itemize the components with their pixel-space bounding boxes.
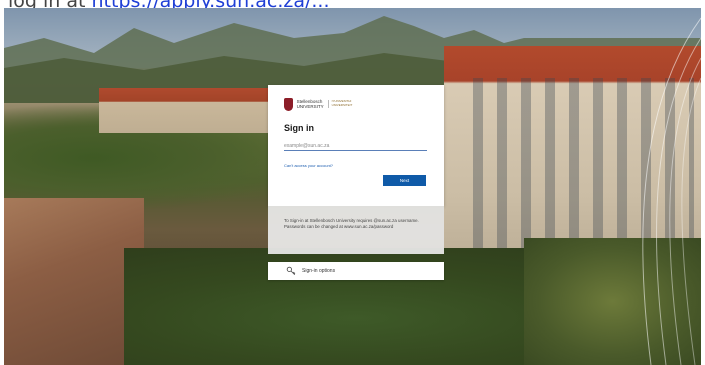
signin-options-label: Sign-in options (302, 268, 336, 274)
logo-subtext: IYUNIVESITHI UNIVERSITEIT (327, 99, 354, 108)
shield-icon (284, 97, 293, 111)
cant-access-link[interactable]: Can't access your account? (284, 163, 333, 168)
info-panel: To Sign-in at Stellenbosch University re… (268, 206, 444, 254)
signin-card: Stellenbosch UNIVERSITY IYUNIVESITHI UNI… (268, 85, 444, 206)
key-icon (286, 266, 296, 276)
decorative-arcs (642, 17, 701, 365)
signin-options-button[interactable]: Sign-in options (268, 262, 444, 280)
logo-text: Stellenbosch UNIVERSITY (297, 99, 324, 109)
university-logo: Stellenbosch UNIVERSITY IYUNIVESITHI UNI… (284, 96, 354, 112)
email-field[interactable] (284, 141, 427, 151)
building-left (99, 88, 279, 133)
caption-text: log in at (8, 0, 92, 8)
next-button[interactable]: Next (383, 175, 426, 186)
info-text: To Sign-in at Stellenbosch University re… (284, 218, 419, 230)
caption-link[interactable]: https://apply.sun.ac.za/... (92, 0, 330, 8)
top-caption: log in at https://apply.sun.ac.za/... (8, 0, 330, 8)
page-title: Sign in (284, 123, 314, 133)
logo-sub-line2: UNIVERSITEIT (331, 102, 353, 107)
plaza (4, 198, 144, 365)
logo-name-line2: UNIVERSITY (296, 104, 324, 109)
